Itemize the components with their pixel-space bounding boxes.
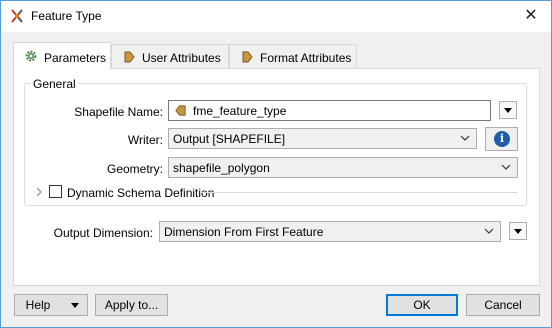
general-group-title: General: [31, 77, 78, 91]
output-dimension-menu-button[interactable]: [509, 222, 527, 240]
divider: [200, 192, 518, 193]
close-icon[interactable]: ✕: [515, 3, 547, 29]
feature-type-dialog: Feature Type ✕ Parameters User Attribute…: [0, 0, 552, 328]
writer-select[interactable]: Output [SHAPEFILE]: [168, 128, 477, 149]
dropdown-triangle-icon: [71, 303, 79, 308]
tab-label: User Attributes: [142, 51, 221, 65]
gear-icon: [25, 50, 37, 62]
window-title: Feature Type: [31, 9, 102, 23]
writer-value: Output [SHAPEFILE]: [173, 132, 286, 146]
apply-to-button[interactable]: Apply to...: [95, 294, 168, 316]
chevron-down-icon: [501, 164, 511, 170]
info-icon: i: [494, 131, 510, 147]
title-bar: Feature Type ✕: [1, 1, 551, 32]
cancel-button-label: Cancel: [484, 298, 522, 312]
attribute-arrow-icon: [124, 51, 135, 63]
geometry-value: shapefile_polygon: [173, 161, 270, 175]
dropdown-triangle-icon: [504, 108, 512, 113]
output-dimension-value: Dimension From First Feature: [164, 225, 324, 239]
ok-button[interactable]: OK: [386, 294, 458, 316]
tab-user-attributes[interactable]: User Attributes: [111, 44, 229, 68]
shapefile-name-menu-button[interactable]: [499, 101, 517, 119]
writer-info-button[interactable]: i: [485, 127, 518, 151]
attribute-arrow-icon: [175, 105, 186, 116]
shapefile-name-label: Shapefile Name:: [74, 105, 163, 119]
help-button[interactable]: Help: [14, 294, 88, 316]
cancel-button[interactable]: Cancel: [466, 294, 540, 316]
output-dimension-label: Output Dimension:: [53, 226, 153, 240]
geometry-select[interactable]: shapefile_polygon: [168, 157, 518, 178]
shapefile-name-value: fme_feature_type: [193, 104, 287, 118]
dropdown-triangle-icon: [514, 229, 522, 234]
geometry-label: Geometry:: [106, 162, 163, 176]
tab-parameters[interactable]: Parameters: [13, 42, 111, 69]
writer-label: Writer:: [127, 133, 163, 147]
tab-format-attributes[interactable]: Format Attributes: [229, 44, 357, 68]
tab-label: Format Attributes: [260, 51, 352, 65]
attribute-arrow-icon: [242, 51, 253, 63]
chevron-down-icon: [484, 228, 494, 234]
ok-button-label: OK: [413, 298, 431, 312]
dynamic-schema-label: Dynamic Schema Definition: [67, 186, 215, 200]
chevron-down-icon: [460, 135, 470, 141]
output-dimension-select[interactable]: Dimension From First Feature: [159, 221, 501, 242]
help-button-label: Help: [25, 298, 51, 312]
shapefile-name-field[interactable]: fme_feature_type: [168, 100, 491, 121]
chevron-right-icon[interactable]: [34, 187, 44, 197]
tab-label: Parameters: [44, 51, 107, 65]
fme-workbench-icon: [11, 9, 23, 23]
dynamic-schema-checkbox[interactable]: [49, 185, 62, 198]
apply-to-button-label: Apply to...: [104, 298, 159, 312]
